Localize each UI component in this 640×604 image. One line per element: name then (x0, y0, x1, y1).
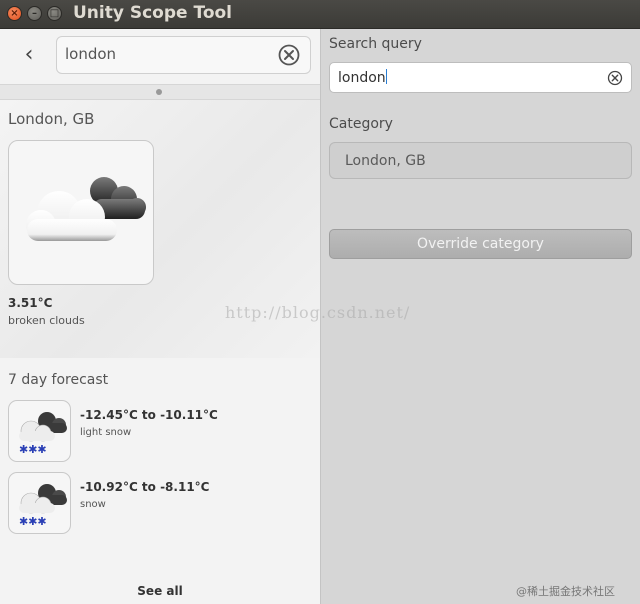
broken-clouds-icon (8, 140, 154, 285)
forecast-item[interactable]: ✱✱✱ -12.45°C to -10.11°C light snow (0, 400, 320, 464)
search-bar: ‹ london (0, 29, 320, 84)
scope-search-input[interactable]: london (56, 36, 311, 74)
text-caret (385, 69, 387, 84)
back-button[interactable]: ‹ (18, 43, 40, 67)
search-query-value: london (338, 69, 387, 86)
category-field[interactable]: London, GB (329, 142, 632, 179)
window-title: Unity Scope Tool (73, 3, 233, 23)
current-temperature: 3.51°C (8, 296, 53, 310)
scope-search-value: london (65, 45, 117, 63)
window-close-button[interactable]: × (7, 6, 22, 21)
forecast-range: -10.92°C to -8.11°C (80, 480, 210, 494)
snow-icon: ✱✱✱ (8, 400, 71, 462)
forecast-title: 7 day forecast (8, 372, 109, 388)
pane-divider (0, 84, 320, 100)
window-maximize-button[interactable]: □ (47, 6, 62, 21)
search-query-label: Search query (329, 36, 422, 52)
divider-handle-icon[interactable] (156, 89, 162, 95)
svg-text:✱✱✱: ✱✱✱ (19, 443, 47, 456)
category-label: Category (329, 116, 393, 132)
location-title: London, GB (8, 110, 95, 128)
current-description: broken clouds (8, 314, 85, 327)
title-bar: × – □ Unity Scope Tool (0, 0, 640, 29)
snow-icon: ✱✱✱ (8, 472, 71, 534)
forecast-description: light snow (80, 427, 132, 438)
forecast-section: 7 day forecast ✱✱✱ -12.45°C to -10.11°C … (0, 358, 320, 604)
search-query-input[interactable]: london (329, 62, 632, 93)
svg-text:✱✱✱: ✱✱✱ (19, 515, 47, 528)
clear-query-icon[interactable] (607, 70, 623, 86)
forecast-item[interactable]: ✱✱✱ -10.92°C to -8.11°C snow (0, 472, 320, 536)
forecast-range: -12.45°C to -10.11°C (80, 408, 218, 422)
window-minimize-button[interactable]: – (27, 6, 42, 21)
watermark-text: http://blog.csdn.net/ (225, 303, 411, 322)
corner-watermark: @稀土掘金技术社区 (516, 585, 615, 598)
forecast-description: snow (80, 499, 106, 510)
see-all-link[interactable]: See all (0, 584, 320, 598)
clear-search-icon[interactable] (278, 44, 300, 66)
override-category-button[interactable]: Override category (329, 229, 632, 259)
category-value: London, GB (345, 153, 426, 169)
